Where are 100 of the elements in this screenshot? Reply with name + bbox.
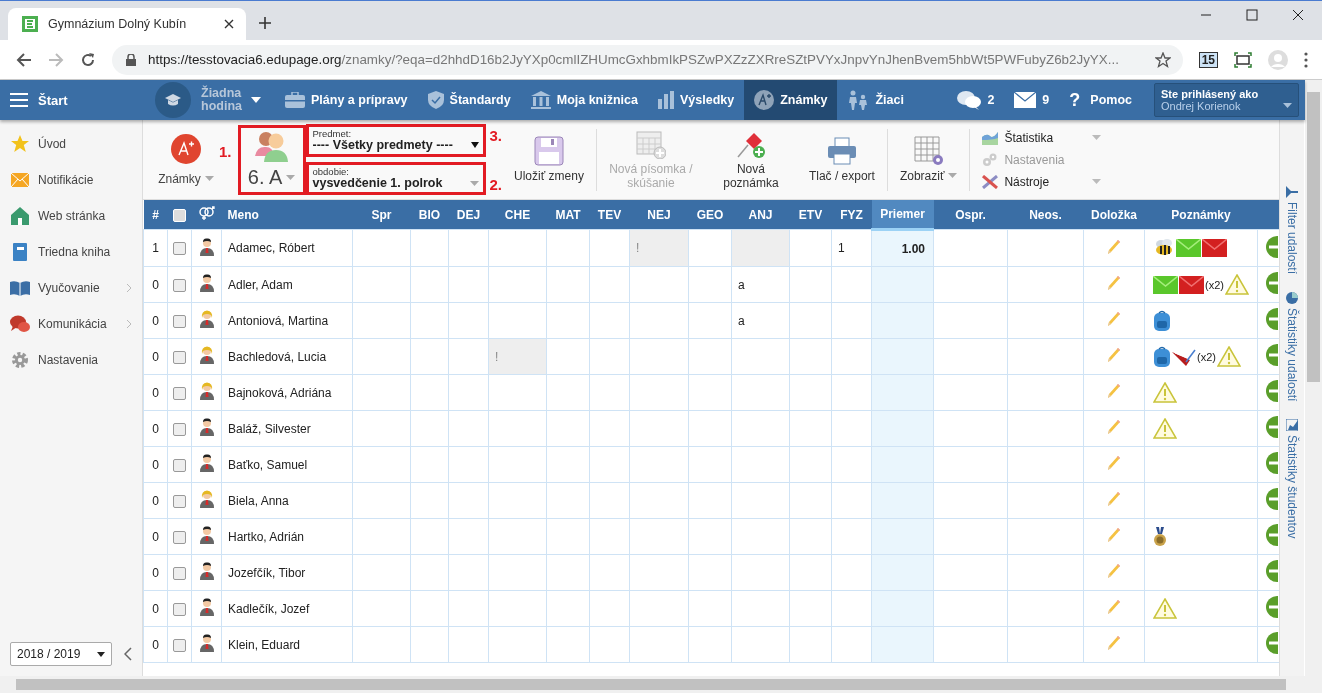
pencil-icon[interactable]	[1107, 455, 1121, 471]
student-name[interactable]: Baťko, Samuel	[221, 446, 353, 483]
mail-button[interactable]: 9	[1004, 80, 1060, 120]
grade-cell[interactable]: 1.00	[871, 229, 934, 267]
year-select[interactable]: 2018 / 2019	[10, 642, 112, 666]
warning-icon[interactable]	[1224, 274, 1249, 295]
side-panel-tab[interactable]: Štatistiky študentov	[1285, 419, 1299, 539]
warning-icon[interactable]	[1216, 346, 1241, 367]
pencil-icon[interactable]	[1107, 419, 1121, 435]
row-checkbox[interactable]	[173, 458, 186, 472]
close-icon[interactable]	[224, 19, 234, 29]
row-checkbox[interactable]	[173, 386, 186, 400]
envelope-icon[interactable]	[1153, 275, 1178, 294]
new-tab-icon[interactable]	[258, 16, 272, 30]
column-header[interactable]: Meno	[221, 200, 353, 230]
start-menu-button[interactable]: Štart	[0, 80, 155, 120]
add-icon[interactable]	[1266, 488, 1278, 510]
add-icon[interactable]	[1266, 344, 1278, 366]
screen-capture-icon[interactable]	[1234, 51, 1252, 68]
column-header[interactable]: FYZ	[831, 200, 872, 230]
student-name[interactable]: Antoniová, Martina	[221, 302, 353, 339]
nav-item[interactable]: Plány a prípravy	[275, 80, 418, 120]
student-name[interactable]: Kadlečík, Jozef	[221, 590, 353, 627]
pencil-icon[interactable]	[1107, 238, 1121, 255]
row-checkbox[interactable]	[173, 602, 186, 616]
pencil-icon[interactable]	[1107, 311, 1121, 327]
row-checkbox[interactable]	[173, 422, 186, 436]
add-icon[interactable]	[1266, 272, 1278, 294]
column-header[interactable]: Priemer	[871, 200, 934, 230]
pencil-icon[interactable]	[1107, 347, 1121, 363]
add-icon[interactable]	[1266, 380, 1278, 402]
row-checkbox[interactable]	[173, 494, 186, 508]
row-checkbox[interactable]	[173, 278, 186, 292]
select-all-checkbox[interactable]	[173, 208, 186, 222]
row-checkbox[interactable]	[173, 314, 186, 328]
grade-cell[interactable]: a	[731, 266, 790, 303]
column-header[interactable]: GEO	[688, 200, 732, 230]
horizontal-scrollbar[interactable]	[0, 676, 1322, 693]
student-name[interactable]: Hartko, Adrián	[221, 518, 353, 555]
warning-icon[interactable]	[1153, 418, 1177, 439]
medal-icon[interactable]	[1153, 526, 1167, 547]
side-panel-tab[interactable]: Filter udalostí	[1285, 186, 1299, 275]
pen-paper-icon[interactable]	[1172, 347, 1196, 366]
warning-icon[interactable]	[1153, 598, 1177, 619]
add-icon[interactable]	[1266, 632, 1278, 654]
grades-menu-button[interactable]: Známky	[155, 133, 217, 186]
student-name[interactable]: Biela, Anna	[221, 482, 353, 519]
row-checkbox[interactable]	[173, 566, 186, 580]
student-name[interactable]: Adler, Adam	[221, 266, 353, 303]
envelope-icon[interactable]	[1179, 275, 1204, 294]
bee-icon[interactable]	[1153, 238, 1175, 258]
student-name[interactable]: Klein, Eduard	[221, 626, 353, 663]
row-checkbox[interactable]	[173, 350, 186, 364]
view-menu-button[interactable]: Zobraziť	[891, 135, 966, 184]
side-panel-tab[interactable]: Štatistiky udalostí	[1285, 292, 1299, 402]
pencil-icon[interactable]	[1107, 563, 1121, 579]
grade-cell[interactable]: 1	[831, 229, 872, 267]
user-menu[interactable]: Ste prihlásený ako Ondrej Korienok	[1154, 83, 1299, 117]
vertical-scrollbar[interactable]	[1305, 80, 1322, 676]
column-header[interactable]: ANJ	[731, 200, 790, 230]
add-icon[interactable]	[1266, 308, 1278, 330]
pencil-icon[interactable]	[1107, 383, 1121, 399]
add-icon[interactable]	[1266, 452, 1278, 474]
sidebar-item[interactable]: Nastavenia	[0, 342, 142, 378]
column-header[interactable]: MAT	[546, 200, 590, 230]
bookmark-star-icon[interactable]	[1154, 51, 1171, 68]
column-header[interactable]: Ospr.	[933, 200, 1008, 230]
class-picker[interactable]: 6. A	[237, 124, 306, 195]
sidebar-item[interactable]: Vyučovanie	[0, 270, 142, 306]
nav-item[interactable]: Žiaci	[837, 80, 914, 120]
messages-button[interactable]: 2	[947, 80, 1005, 120]
nav-item[interactable]: Moja knižnica	[520, 80, 648, 120]
sidebar-item[interactable]: Úvod	[0, 126, 142, 162]
nav-item[interactable]: Výsledky	[648, 80, 745, 120]
maximize-icon[interactable]	[1246, 9, 1258, 21]
column-header[interactable]: BIO	[410, 200, 449, 230]
toolbar-button[interactable]: Nová poznámka	[700, 128, 801, 191]
add-icon[interactable]	[1266, 596, 1278, 618]
toolbar-menu-item[interactable]: Štatistika	[982, 128, 1102, 147]
column-header[interactable]: NEJ	[629, 200, 689, 230]
pencil-icon[interactable]	[1107, 635, 1121, 651]
sidebar-item[interactable]: Komunikácia	[0, 306, 142, 342]
subject-select[interactable]: Predmet: ---- Všetky predmety ----	[305, 124, 486, 157]
extension-badge[interactable]: 15	[1198, 51, 1218, 68]
backpack-icon[interactable]	[1153, 345, 1171, 368]
pencil-icon[interactable]	[1107, 275, 1121, 291]
column-header[interactable]: Neos.	[1007, 200, 1084, 230]
column-header[interactable]: Poznámky	[1144, 200, 1258, 230]
more-menu-icon[interactable]	[1304, 51, 1308, 68]
column-header[interactable]: Doložka	[1083, 200, 1145, 230]
forward-icon[interactable]	[48, 51, 64, 68]
row-checkbox[interactable]	[173, 242, 186, 256]
shaded-cell[interactable]	[731, 229, 790, 267]
student-name[interactable]: Bachledová, Lucia	[221, 338, 353, 375]
backpack-icon[interactable]	[1153, 309, 1171, 332]
warning-icon[interactable]	[1153, 382, 1177, 403]
close-icon[interactable]	[1292, 9, 1304, 21]
nav-item[interactable]: Známky	[744, 80, 838, 120]
add-icon[interactable]	[1266, 235, 1278, 258]
student-name[interactable]: Adamec, Róbert	[221, 229, 353, 267]
